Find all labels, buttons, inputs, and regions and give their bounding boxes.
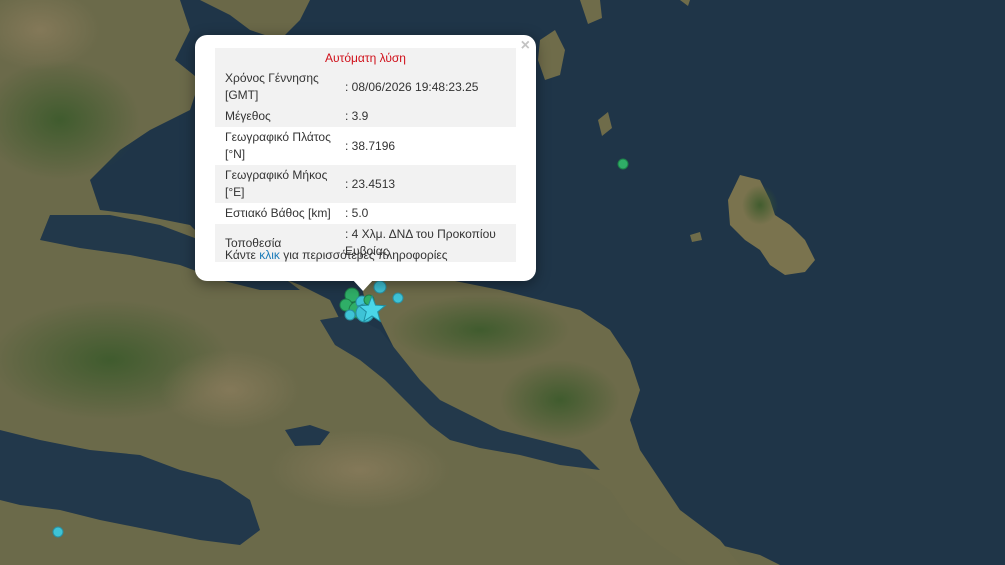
quake-marker[interactable]	[52, 526, 64, 538]
row-value: : 3.9	[341, 106, 516, 127]
event-details-table: Χρόνος Γέννησης [GMT] : 08/06/2026 19:48…	[215, 68, 516, 262]
table-row: Μέγεθος : 3.9	[215, 106, 516, 127]
more-suffix: για περισσότερες πληροφορίες	[279, 248, 448, 262]
quake-marker[interactable]	[373, 280, 387, 294]
row-value: : 08/06/2026 19:48:23.25	[341, 68, 516, 106]
terrain-shade	[160, 350, 300, 430]
table-row: Χρόνος Γέννησης [GMT] : 08/06/2026 19:48…	[215, 68, 516, 106]
terrain-shade	[500, 360, 620, 440]
row-value: : 38.7196	[345, 138, 396, 153]
row-value: : 23.4513	[341, 165, 516, 203]
quake-marker[interactable]	[617, 158, 629, 170]
row-label: Γεωγραφικό Πλάτος [°N]	[225, 130, 331, 161]
more-info-link[interactable]: κλικ	[259, 248, 280, 262]
terrain-shade	[742, 185, 778, 225]
quake-marker[interactable]	[344, 309, 356, 321]
quake-marker[interactable]	[392, 292, 404, 304]
row-label: Χρόνος Γέννησης [GMT]	[215, 68, 341, 106]
table-row: Γεωγραφικό Μήκος [°E] : 23.4513	[215, 165, 516, 203]
row-label: Εστιακό Βάθος [km]	[225, 206, 331, 220]
table-row: Γεωγραφικό Πλάτος [°N] : 38.7196	[215, 127, 516, 165]
more-prefix: Κάντε	[225, 248, 260, 262]
more-info-line: Κάντε κλικ για περισσότερες πληροφορίες	[225, 248, 448, 262]
row-label: Μέγεθος	[215, 106, 341, 127]
popup-title: Αυτόματη λύση	[215, 48, 516, 68]
terrain-shade	[390, 295, 570, 365]
table-row: Εστιακό Βάθος [km] : 5.0	[215, 203, 516, 224]
row-value: : 5.0	[345, 206, 369, 220]
earthquake-popup: × Αυτόματη λύση Χρόνος Γέννησης [GMT] : …	[195, 35, 536, 281]
popup-tip	[352, 279, 374, 291]
close-icon[interactable]: ×	[521, 38, 530, 54]
row-label: Γεωγραφικό Μήκος [°E]	[215, 165, 341, 203]
